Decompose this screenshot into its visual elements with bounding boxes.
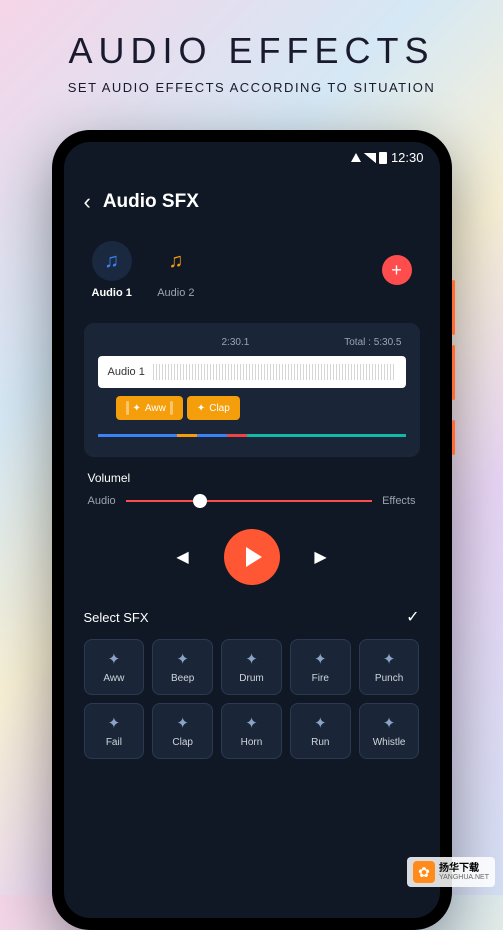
volume-section: Volumel Audio Effects [64,471,440,507]
clip-label: Aww [145,403,166,414]
timeline-panel: 2:30.1 Total : 5:30.5 Audio 1 ✦ Aww ✦ Cl… [84,323,420,457]
hero-subtitle: SET AUDIO EFFECTS ACCORDING TO SITUATION [0,80,503,95]
magic-wand-icon: ✦ [383,714,396,732]
magic-wand-icon: ✦ [314,714,327,732]
sfx-clips-row: ✦ Aww ✦ Clap [98,396,406,420]
volume-title: Volumel [88,471,416,485]
magic-wand-icon: ✦ [176,650,189,668]
play-icon [246,547,262,567]
sfx-item-label: Horn [241,737,263,748]
sfx-item-label: Aww [103,673,124,684]
volume-label-effects: Effects [382,495,415,507]
sfx-item-label: Whistle [373,737,406,748]
track-label: Audio 1 [108,366,145,378]
phone-side-button [452,280,455,335]
magic-wand-icon: ✦ [133,403,141,414]
sfx-item-label: Fire [312,673,329,684]
sfx-item-fail[interactable]: ✦ Fail [84,703,145,759]
music-note-icon: ♫ [156,241,196,281]
tab-audio-1[interactable]: ♫ Audio 1 [92,241,132,299]
notification-icon [351,153,361,162]
audio-tabs: ♫ Audio 1 ♫ Audio 2 + [64,231,440,309]
sfx-header: Select SFX ✓ [84,607,420,627]
phone-frame: 12:30 ‹ Audio SFX ♫ Audio 1 ♫ Audio 2 + … [52,130,452,930]
watermark-logo: ✿ [413,861,435,883]
sfx-section: Select SFX ✓ ✦ Aww ✦ Beep ✦ Drum ✦ Fire ✦ Punch ✦ F… [64,607,440,759]
sfx-grid: ✦ Aww ✦ Beep ✦ Drum ✦ Fire ✦ Punch ✦ Fail ✦ Clap ✦ Horn… [84,639,420,759]
sfx-item-beep[interactable]: ✦ Beep [152,639,213,695]
volume-slider-row: Audio Effects [88,495,416,507]
sfx-item-run[interactable]: ✦ Run [290,703,351,759]
time-labels: 2:30.1 Total : 5:30.5 [98,337,406,356]
volume-slider[interactable] [126,500,372,502]
sfx-title: Select SFX [84,610,149,625]
add-audio-button[interactable]: + [382,255,412,285]
status-time: 12:30 [391,150,424,165]
hero-title: AUDIO EFFECTS [0,0,503,72]
back-button[interactable]: ‹ [84,189,91,215]
phone-side-button [452,420,455,455]
sfx-item-clap[interactable]: ✦ Clap [152,703,213,759]
sfx-item-drum[interactable]: ✦ Drum [221,639,282,695]
sfx-item-label: Clap [172,737,193,748]
volume-label-audio: Audio [88,495,116,507]
previous-button[interactable]: ◀ [166,540,200,574]
sfx-item-label: Punch [375,673,403,684]
app-header: ‹ Audio SFX [64,173,440,231]
magic-wand-icon: ✦ [314,650,327,668]
magic-wand-icon: ✦ [108,714,121,732]
audio-track[interactable]: Audio 1 [98,356,406,388]
sfx-item-label: Fail [106,737,122,748]
status-bar: 12:30 [64,142,440,173]
watermark: ✿ 扬华下载 YANGHUA.NET [407,857,495,887]
playback-controls: ◀ ▶ [64,529,440,585]
sfx-clip-aww[interactable]: ✦ Aww [116,396,183,420]
total-time: Total : 5:30.5 [344,337,401,348]
tab-label: Audio 2 [157,287,194,299]
sfx-item-punch[interactable]: ✦ Punch [359,639,420,695]
slider-thumb[interactable] [193,494,207,508]
confirm-button[interactable]: ✓ [406,607,419,627]
sfx-item-label: Beep [171,673,194,684]
clip-label: Clap [209,403,230,414]
current-time: 2:30.1 [222,337,250,348]
magic-wand-icon: ✦ [108,650,121,668]
magic-wand-icon: ✦ [176,714,189,732]
watermark-text: 扬华下载 [439,863,489,874]
page-title: Audio SFX [103,191,199,213]
screen: 12:30 ‹ Audio SFX ♫ Audio 1 ♫ Audio 2 + … [64,142,440,918]
waveform [153,364,396,380]
sfx-item-label: Run [311,737,329,748]
watermark-url: YANGHUA.NET [439,874,489,882]
mini-timeline[interactable] [98,434,406,437]
magic-wand-icon: ✦ [245,714,258,732]
signal-icon [364,153,376,163]
sfx-item-whistle[interactable]: ✦ Whistle [359,703,420,759]
status-icons [351,152,387,164]
tab-label: Audio 1 [92,287,132,299]
sfx-item-aww[interactable]: ✦ Aww [84,639,145,695]
magic-wand-icon: ✦ [197,403,205,414]
magic-wand-icon: ✦ [245,650,258,668]
tab-audio-2[interactable]: ♫ Audio 2 [156,241,196,299]
music-note-icon: ♫ [92,241,132,281]
battery-icon [379,152,387,164]
sfx-clip-clap[interactable]: ✦ Clap [187,396,240,420]
next-button[interactable]: ▶ [304,540,338,574]
magic-wand-icon: ✦ [383,650,396,668]
sfx-item-fire[interactable]: ✦ Fire [290,639,351,695]
phone-side-button [452,345,455,400]
sfx-item-horn[interactable]: ✦ Horn [221,703,282,759]
play-button[interactable] [224,529,280,585]
sfx-item-label: Drum [239,673,263,684]
clip-handle[interactable] [126,401,129,415]
clip-handle[interactable] [170,401,173,415]
